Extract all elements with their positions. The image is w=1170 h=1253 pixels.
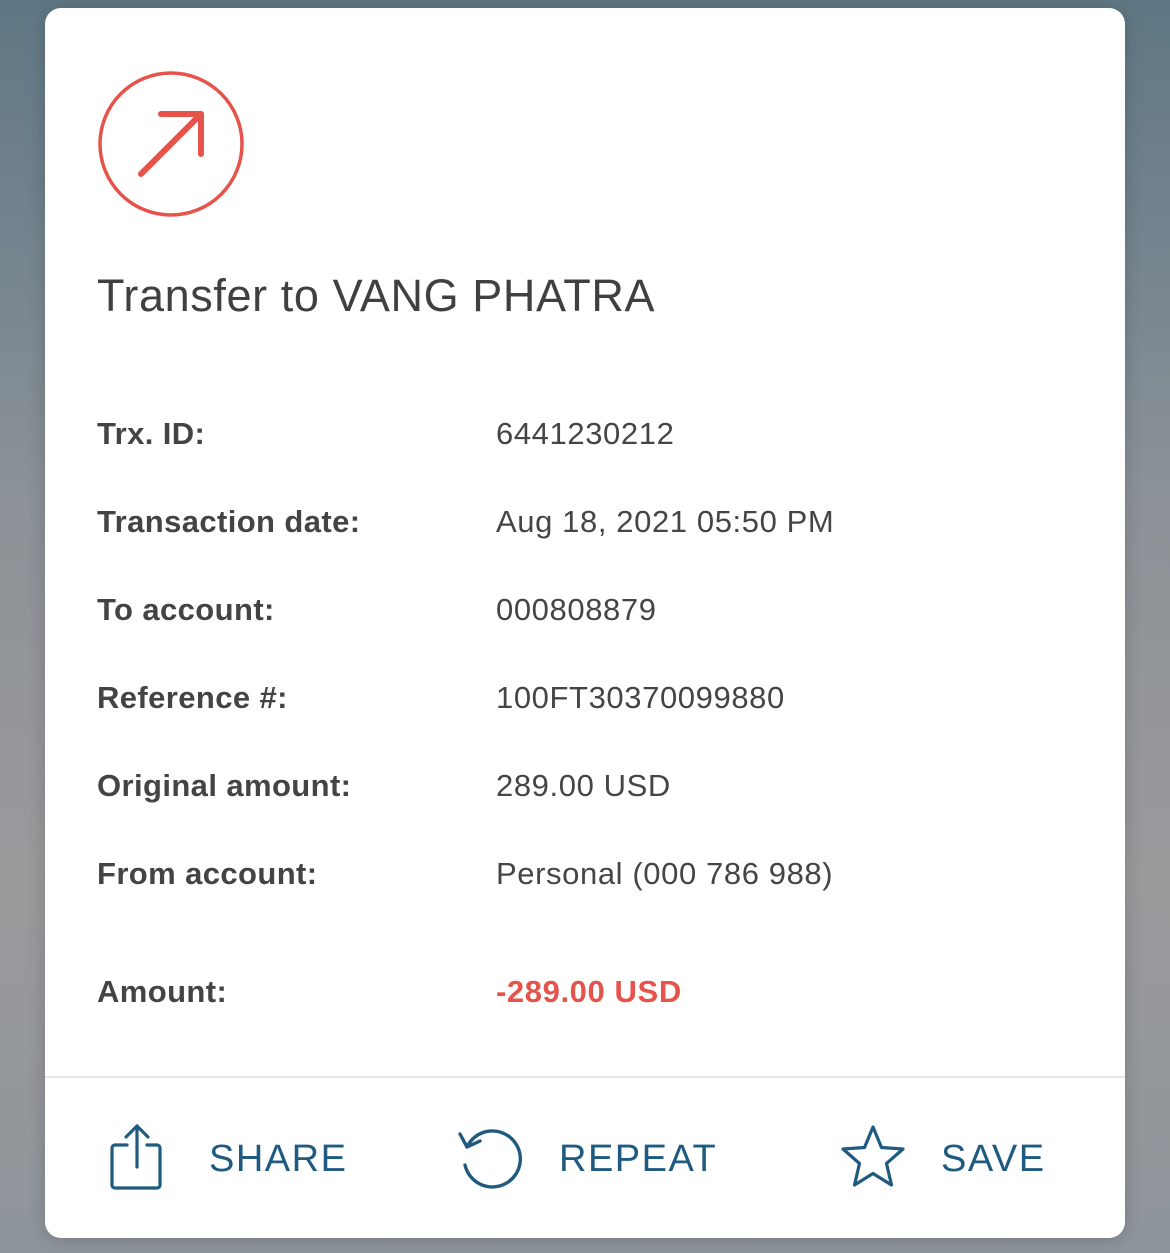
amount-label: Amount: (97, 974, 228, 1009)
detail-label: To account: (97, 592, 275, 627)
detail-row-reference: Reference #: 100FT30370099880 (97, 672, 1077, 760)
detail-row-trx-id: Trx. ID: 6441230212 (97, 408, 1077, 496)
amount-value: -289.00 USD (496, 974, 682, 1009)
repeat-button[interactable]: REPEAT (457, 1124, 717, 1194)
share-button[interactable]: SHARE (109, 1123, 348, 1196)
detail-label: From account: (97, 856, 318, 891)
transaction-detail-card: Transfer to VANG PHATRA Trx. ID: 6441230… (45, 8, 1125, 1238)
detail-value: 289.00 USD (496, 768, 671, 803)
repeat-label: REPEAT (559, 1137, 718, 1180)
detail-row-from-account: From account: Personal (000 786 988) (97, 848, 1077, 936)
share-icon (109, 1123, 165, 1196)
detail-value: Personal (000 786 988) (496, 856, 834, 891)
detail-row-to-account: To account: 000808879 (97, 584, 1077, 672)
save-button[interactable]: SAVE (839, 1124, 1046, 1194)
action-bar: SHARE REPEAT SAVE (45, 1078, 1125, 1238)
repeat-icon (457, 1125, 525, 1194)
detail-value: Aug 18, 2021 05:50 PM (496, 504, 835, 539)
detail-value: 000808879 (496, 592, 657, 627)
amount-row: Amount: -289.00 USD (97, 974, 1077, 1034)
save-label: SAVE (941, 1137, 1046, 1180)
detail-label: Original amount: (97, 768, 352, 803)
share-label: SHARE (209, 1137, 348, 1180)
detail-row-original-amount: Original amount: 289.00 USD (97, 760, 1077, 848)
detail-value: 6441230212 (496, 416, 675, 451)
detail-label: Reference #: (97, 680, 288, 715)
arrow-up-right-icon (97, 70, 245, 218)
page-title: Transfer to VANG PHATRA (97, 270, 656, 321)
transaction-details: Trx. ID: 6441230212 Transaction date: Au… (97, 408, 1077, 936)
star-icon (839, 1124, 907, 1195)
detail-row-transaction-date: Transaction date: Aug 18, 2021 05:50 PM (97, 496, 1077, 584)
detail-value: 100FT30370099880 (496, 680, 785, 715)
detail-label: Trx. ID: (97, 416, 206, 451)
detail-label: Transaction date: (97, 504, 361, 539)
